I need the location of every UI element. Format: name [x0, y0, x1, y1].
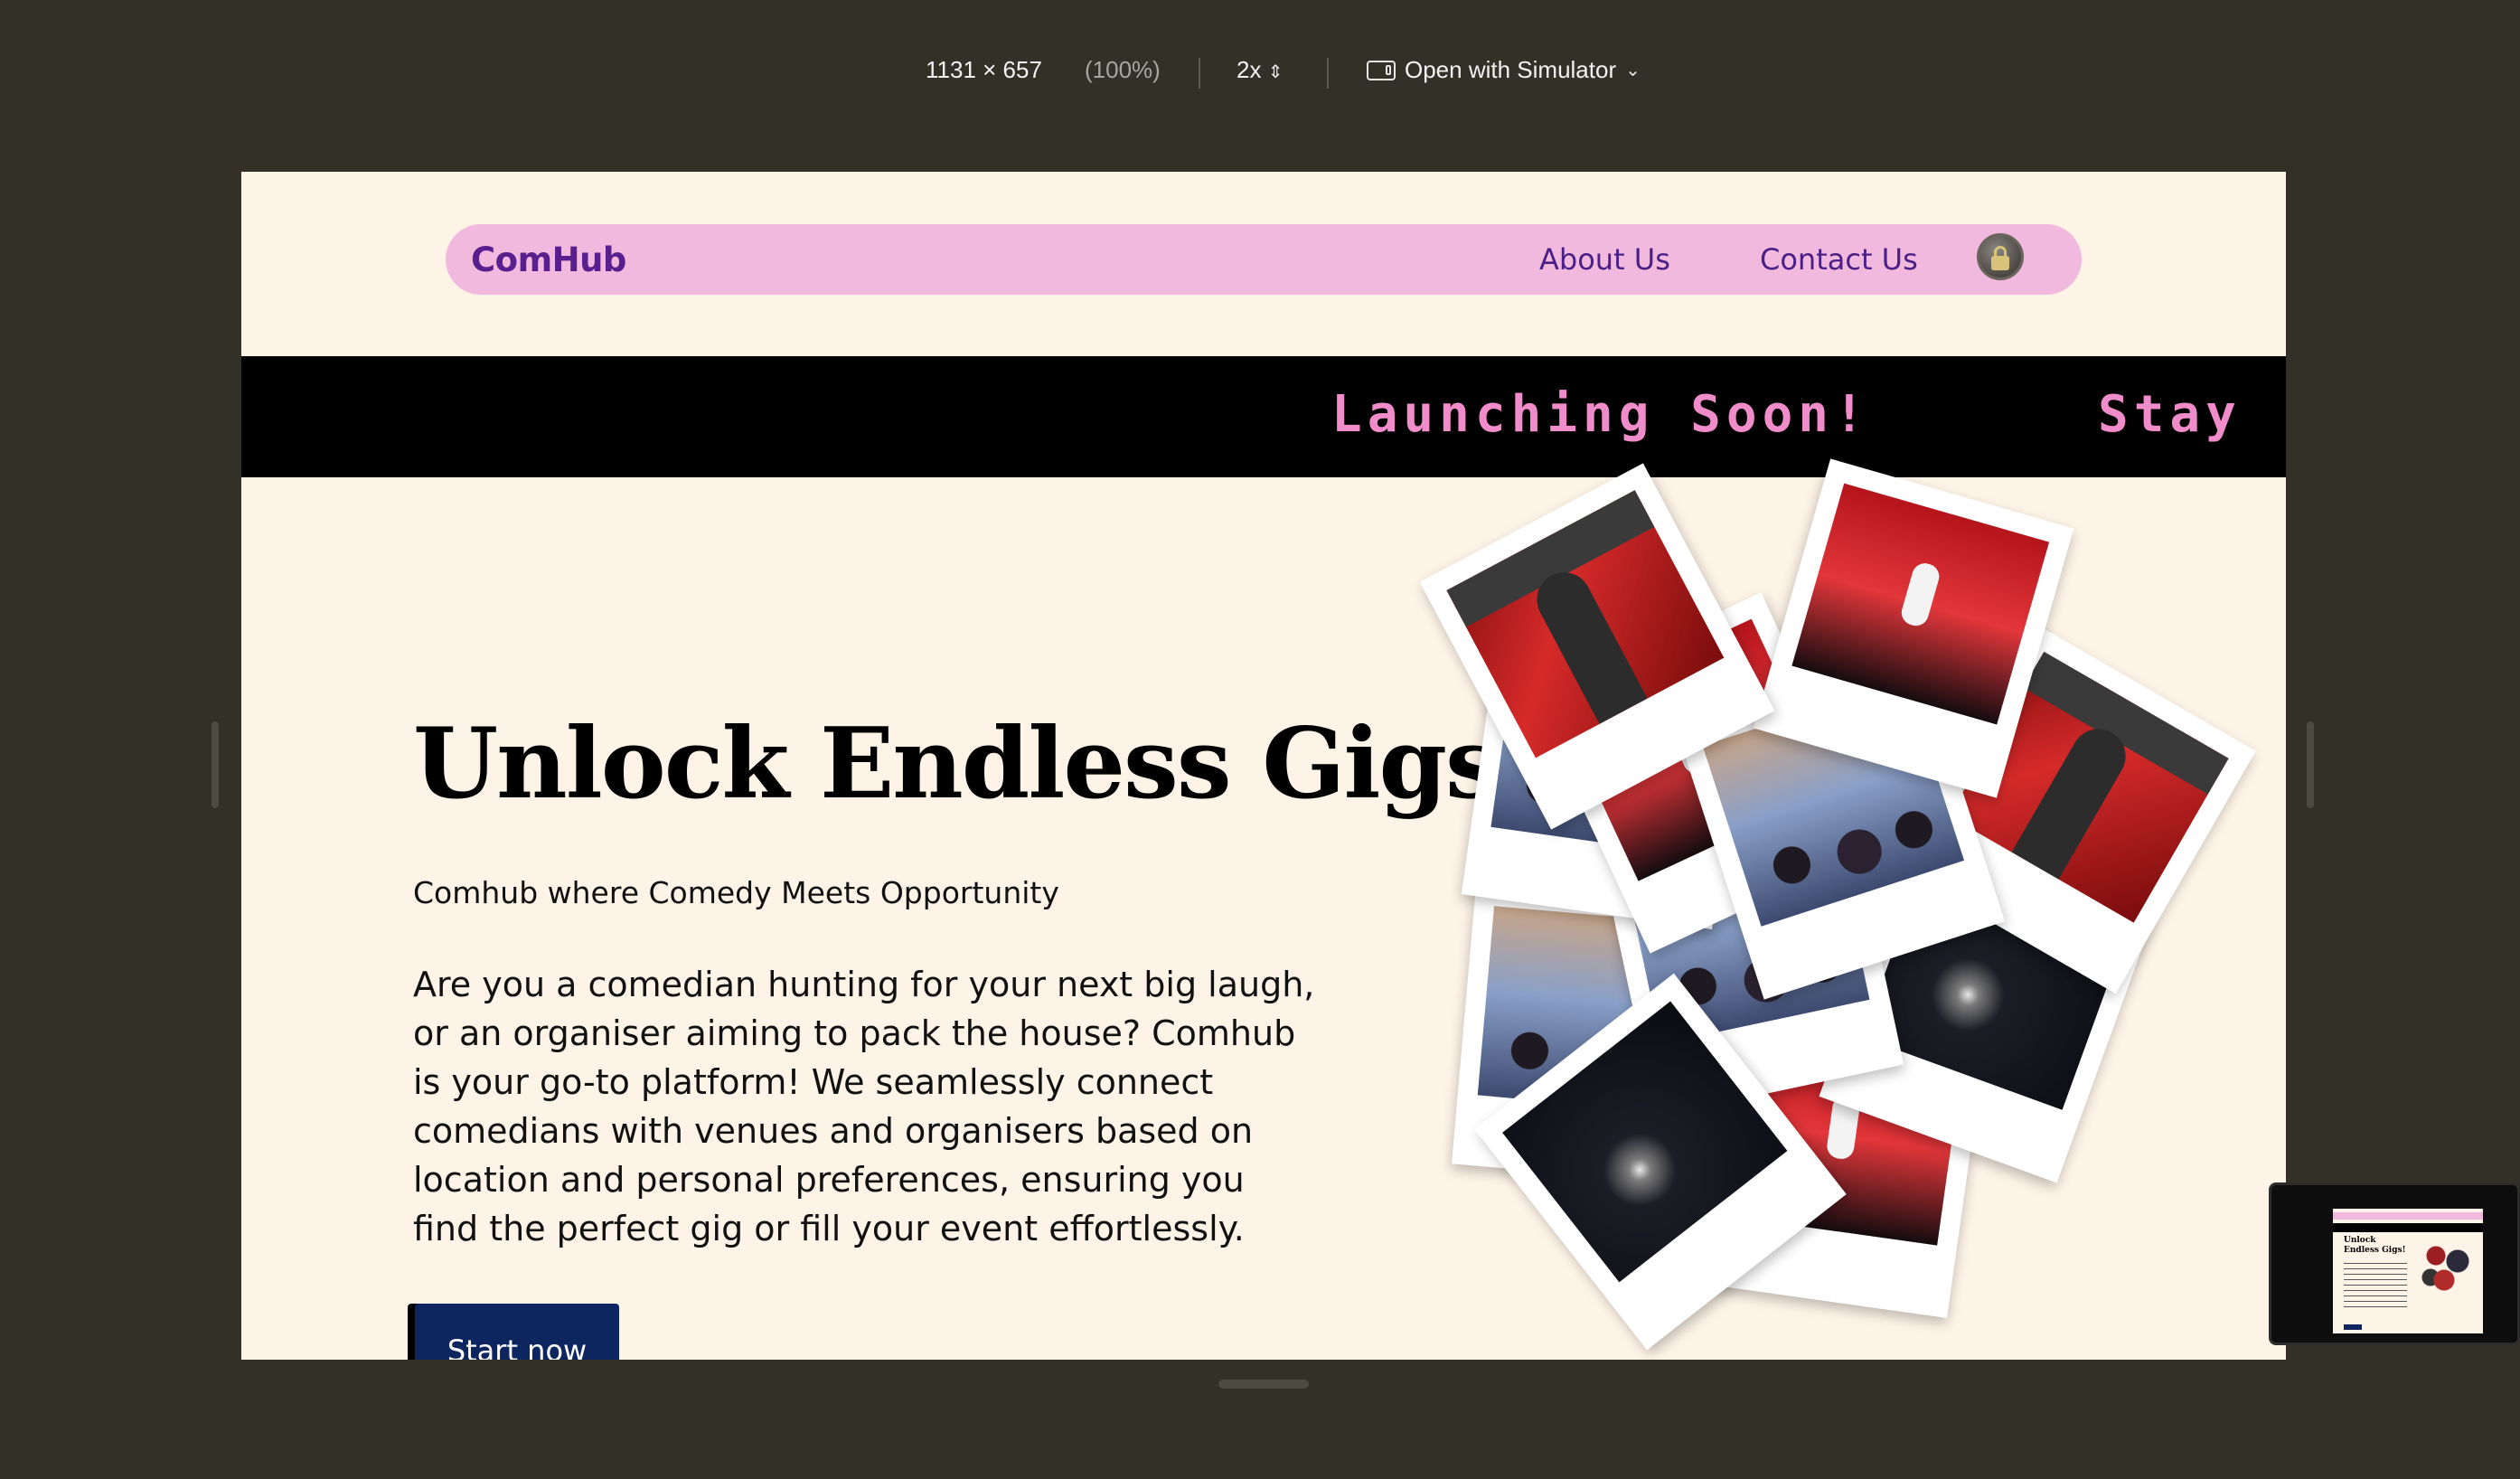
device-pixel-ratio-select[interactable]: 2x ⇕ — [1236, 56, 1283, 84]
launch-marquee: Launching Soon! Stay — [241, 356, 2286, 477]
preview-button — [2344, 1324, 2362, 1330]
marquee-text-next: Stay — [2098, 385, 2242, 444]
open-with-simulator-button[interactable]: Open with Simulator ⌄ — [1367, 56, 1641, 84]
preview-text-lines — [2344, 1263, 2407, 1308]
lock-body — [1991, 256, 2009, 270]
simulator-label: Open with Simulator — [1405, 56, 1617, 83]
preview-collage — [2420, 1239, 2474, 1294]
toolbar-divider — [1327, 58, 1329, 89]
devtools-toolbar: 1131 × 657 (100%) 2x ⇕ Open with Simulat… — [0, 0, 2520, 154]
nav-link-about-us[interactable]: About Us — [1539, 242, 1670, 277]
device-icon — [1367, 60, 1396, 80]
navbar: ComHub About Us Contact Us — [446, 224, 2082, 295]
dpr-label: 2x — [1236, 56, 1262, 83]
hero-subtitle: Comhub where Comedy Meets Opportunity — [413, 875, 1059, 910]
zoom-level[interactable]: (100%) — [1085, 56, 1161, 84]
start-now-button[interactable]: Start now — [415, 1304, 619, 1360]
chevron-down-icon: ⌄ — [1625, 61, 1641, 80]
up-down-chevron-icon: ⇕ — [1267, 62, 1284, 82]
preview-page: Unlock Endless Gigs! — [2333, 1209, 2483, 1333]
preview-navbar — [2333, 1212, 2483, 1220]
hero-title: Unlock Endless Gigs! — [413, 707, 1541, 821]
resize-handle-right[interactable] — [2307, 721, 2314, 808]
lock-avatar-icon[interactable] — [1977, 233, 2024, 280]
marquee-text: Launching Soon! — [1331, 385, 1870, 444]
resize-handle-bottom[interactable] — [1218, 1380, 1309, 1389]
preview-marquee — [2333, 1223, 2483, 1232]
nav-link-contact-us[interactable]: Contact Us — [1760, 242, 1918, 277]
viewport-dimensions[interactable]: 1131 × 657 — [926, 56, 1042, 84]
stage-photo — [1791, 483, 2050, 725]
start-now-label: Start now — [447, 1333, 588, 1360]
brand-logo[interactable]: ComHub — [471, 240, 626, 279]
preview-title: Unlock Endless Gigs! — [2344, 1236, 2406, 1255]
toolbar-divider — [1199, 58, 1200, 89]
photo-collage — [1419, 458, 2257, 1356]
page-viewport: ComHub About Us Contact Us Launching Soo… — [241, 172, 2286, 1360]
resize-handle-left[interactable] — [212, 721, 219, 808]
page-preview-thumbnail[interactable]: Unlock Endless Gigs! — [2269, 1182, 2520, 1345]
hero-description: Are you a comedian hunting for your next… — [413, 965, 1315, 1248]
